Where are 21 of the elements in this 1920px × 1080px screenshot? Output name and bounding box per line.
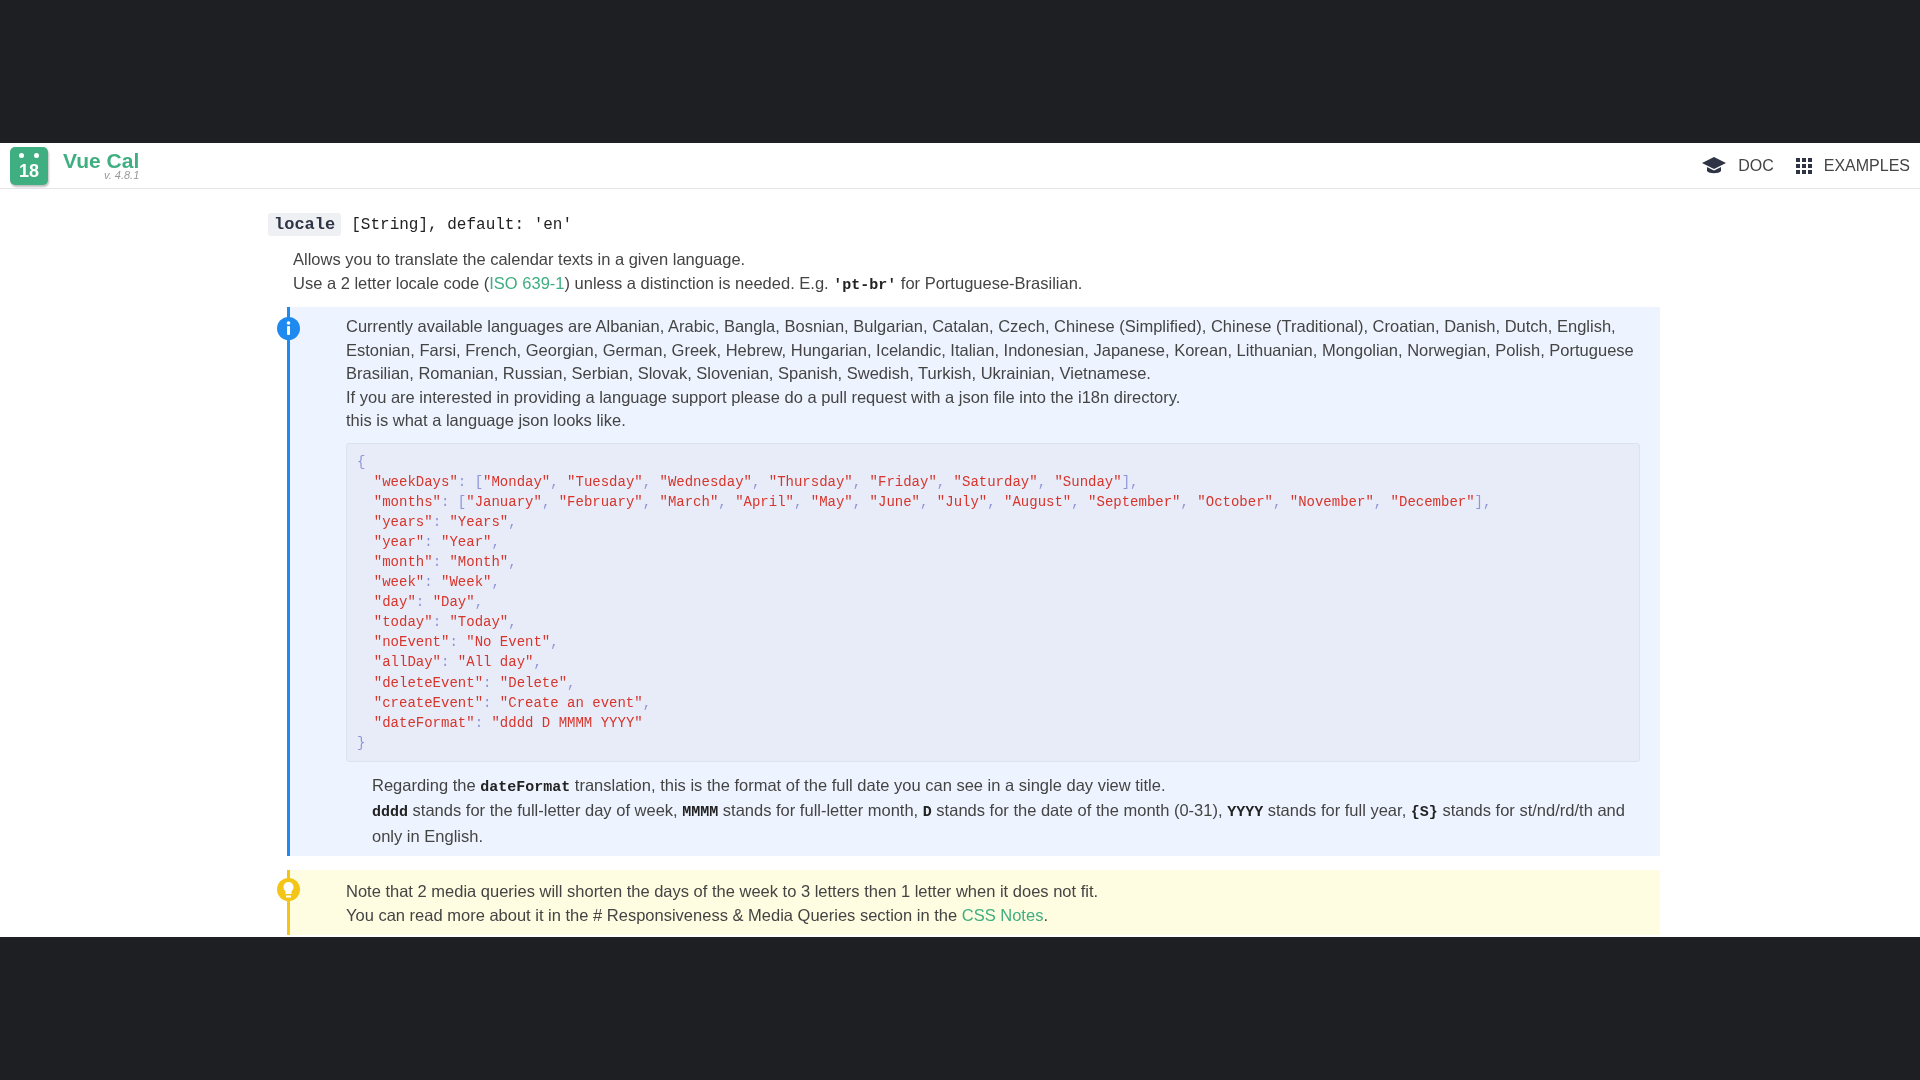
option-name: locale bbox=[268, 213, 342, 236]
paragraph: Use a 2 letter locale code (ISO 639-1) unless a distinction is needed. E.g. 'pt-br' for Portuguese-Brasilian. bbox=[293, 272, 1084, 296]
app-title: Vue Cal bbox=[63, 150, 140, 171]
paragraph: If you are interested in providing a language support please do a pull request with a json file into the i18n directory. bbox=[346, 386, 1182, 408]
paragraph: Currently available languages are Albanian, Arabic, Bangla, Bosnian, Bulgarian, Catalan, Czech, Chinese (Simplified), Chinese (Traditional), Croatian, Danish, Dutch, English, Estonian, Farsi, French, Georgian, German, Greek, Hebrew, Hungarian, Icelandic, Italian, Indonesian, Japanese, Korean, Lithuanian, Mongolian, Norwegian, Polish, Portuguese Brasilian, Romanian, Russian, Serbian, Slovak, Slovenian, Spanish, Swedish, Turkish, Ukrainian, Vietnamese. bbox=[346, 316, 1635, 384]
grid-icon bbox=[1795, 157, 1812, 174]
paragraph: Regarding the dateFormat translation, this is the format of the full date you can see in a single day view title. bbox=[372, 774, 1167, 798]
calendar-logo[interactable]: 18 bbox=[10, 146, 48, 185]
paragraph: this is what a language json looks like. bbox=[346, 410, 627, 431]
paragraph: Allows you to translate the calendar texts in a given language. bbox=[293, 249, 747, 270]
link[interactable]: ISO 639-1 bbox=[489, 273, 565, 292]
graduation-cap-icon bbox=[1702, 156, 1727, 175]
nav-link[interactable]: EXAMPLES bbox=[1795, 156, 1910, 175]
link[interactable]: CSS Notes bbox=[961, 905, 1044, 924]
paragraph: You can read more about it in the # Responsiveness & Media Queries section in the CSS Notes. bbox=[346, 904, 1049, 926]
nav-link[interactable]: DOC bbox=[1702, 156, 1774, 175]
option-signature: [String], default: 'en' bbox=[351, 215, 573, 234]
version-label: v. 4.8.1 bbox=[104, 170, 140, 181]
paragraph: dddd stands for the full-letter day of week, MMMM stands for full-letter month, D stands for the date of the month (0-31), YYYY stands for full year, {S} stands for st/nd/rd/th and only in English. bbox=[372, 800, 1626, 847]
paragraph: Note that 2 media queries will shorten the days of the week to 3 letters then 1 letter when it does not fit. bbox=[346, 881, 1100, 903]
code-block: { "weekDays": ["Monday", "Tuesday", "Wednesday", "Thursday", "Friday", "Saturday", "Sunday"], "months": ["January", "February", "March", "April", "May", "June", "July", "August", "September", "October", "November", "December"], "years": "Years", "year": "Year", "month": "Month", "week": "Week", "day": "Day", "today": "Today", "noEvent": "No Event", "allDay": "All day", "deleteEvent": "Delete", "createEvent": "Create an event", "dateFormat": "dddd D MMMM YYYY" } bbox=[346, 442, 1640, 762]
